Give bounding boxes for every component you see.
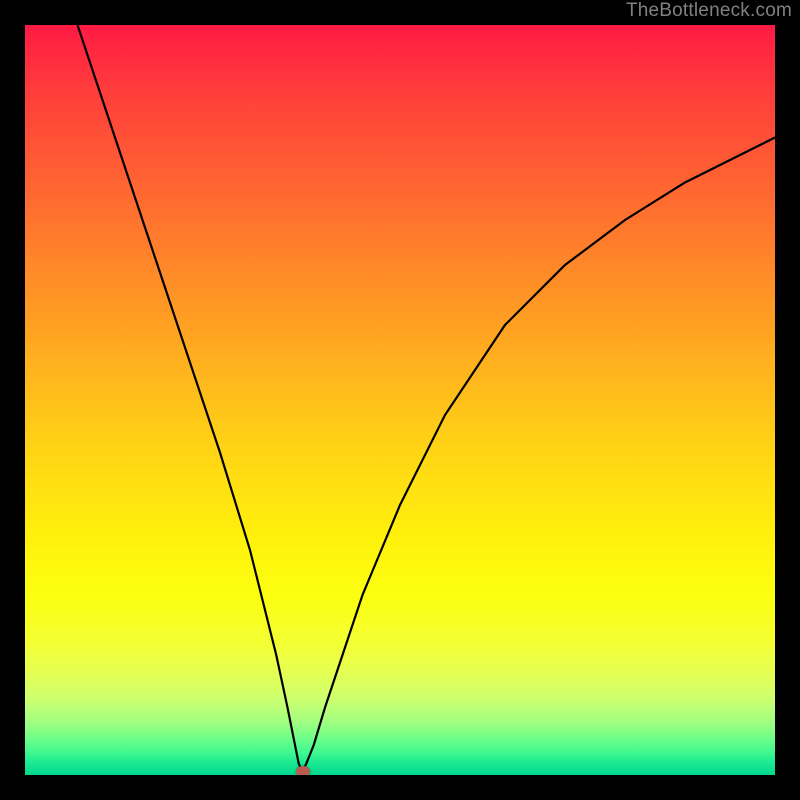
watermark-text: TheBottleneck.com (626, 0, 792, 22)
plot-area (25, 25, 775, 775)
bottleneck-curve (78, 25, 776, 771)
optimum-marker (296, 766, 310, 775)
bottleneck-curve-svg (25, 25, 775, 775)
chart-frame: TheBottleneck.com (0, 0, 800, 800)
